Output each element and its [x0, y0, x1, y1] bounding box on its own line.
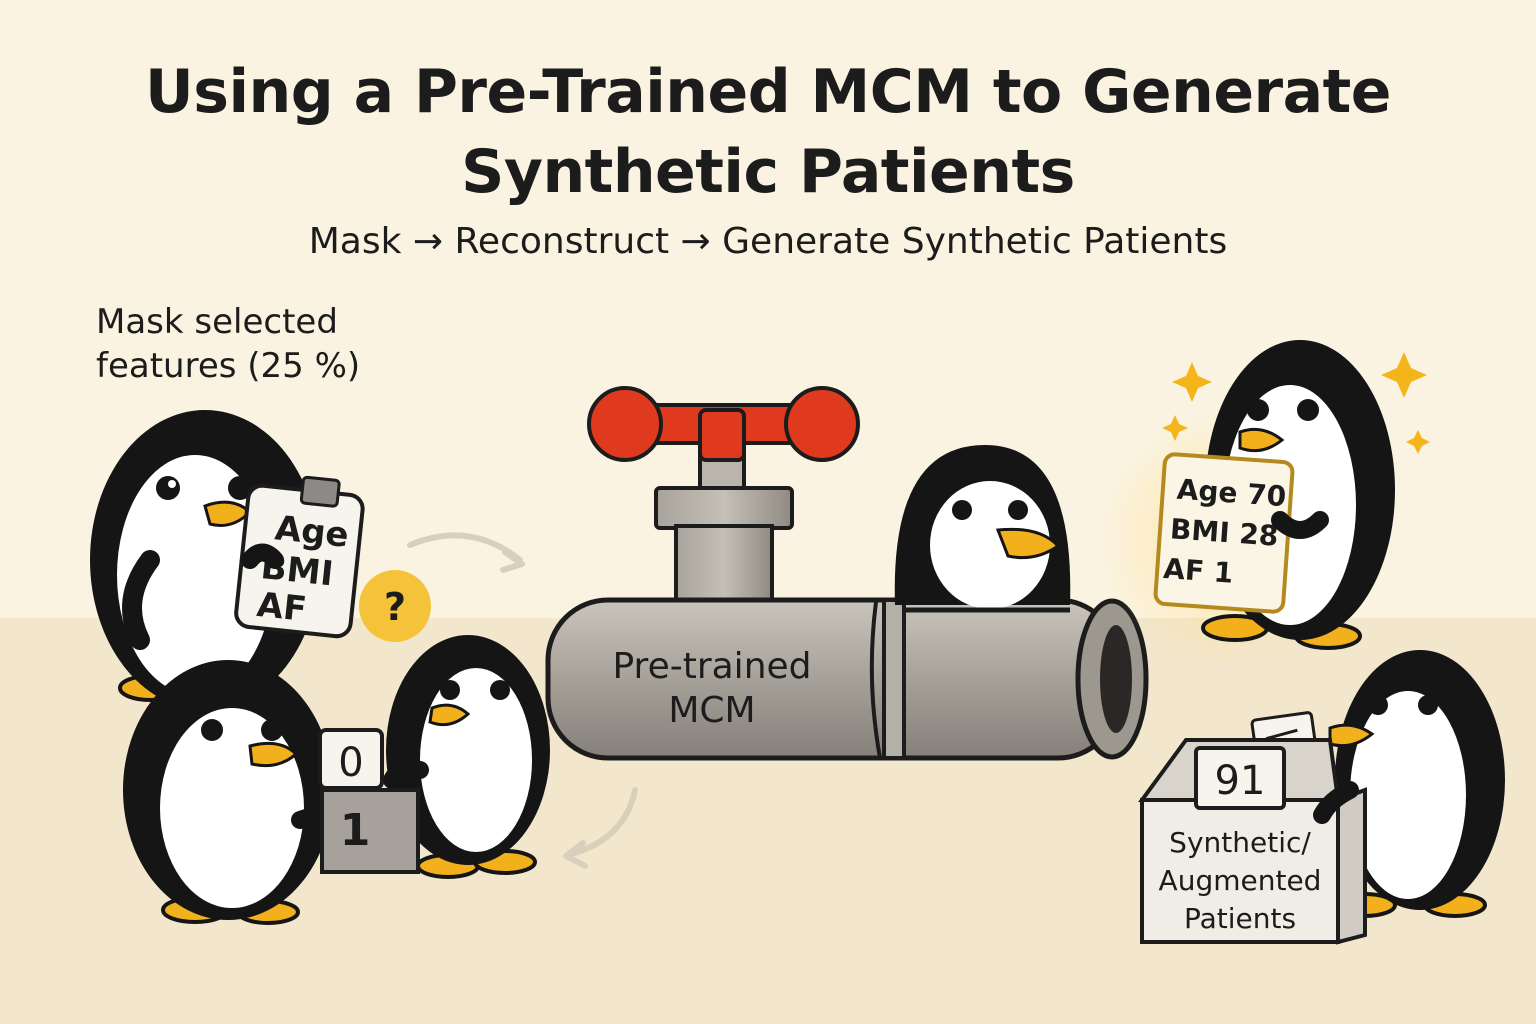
clipboard-line-af: AF — [255, 585, 308, 630]
output-box-label-line-1: Synthetic/ — [1169, 826, 1311, 859]
output-card-line-af: AF 1 — [1162, 552, 1234, 590]
valve-handle — [587, 386, 860, 492]
output-box-label-line-3: Patients — [1184, 902, 1296, 935]
question-mark: ? — [384, 585, 406, 629]
mask-token-top: 0 — [338, 740, 363, 786]
output-box-number: 91 — [1215, 758, 1266, 804]
flow-arrow-to-model — [407, 532, 525, 573]
penguin-card-flipper — [1271, 511, 1329, 539]
penguin-token-giver — [123, 660, 345, 925]
valve-stem — [654, 486, 794, 610]
model-label-line-1: Pre-trained — [612, 646, 811, 687]
mask-token-bottom: 1 — [340, 805, 371, 856]
penguin-in-pipe — [894, 445, 1071, 613]
output-box-label-line-2: Augmented — [1159, 864, 1322, 897]
model-label-line-2: MCM — [668, 690, 755, 731]
diagram-scene: Age BMI AF ? 0 1 Pre-trained MCM Age 70 … — [90, 340, 1505, 945]
penguin-clipboard-flipper — [241, 543, 284, 569]
flow-arrow-from-model — [563, 787, 638, 869]
